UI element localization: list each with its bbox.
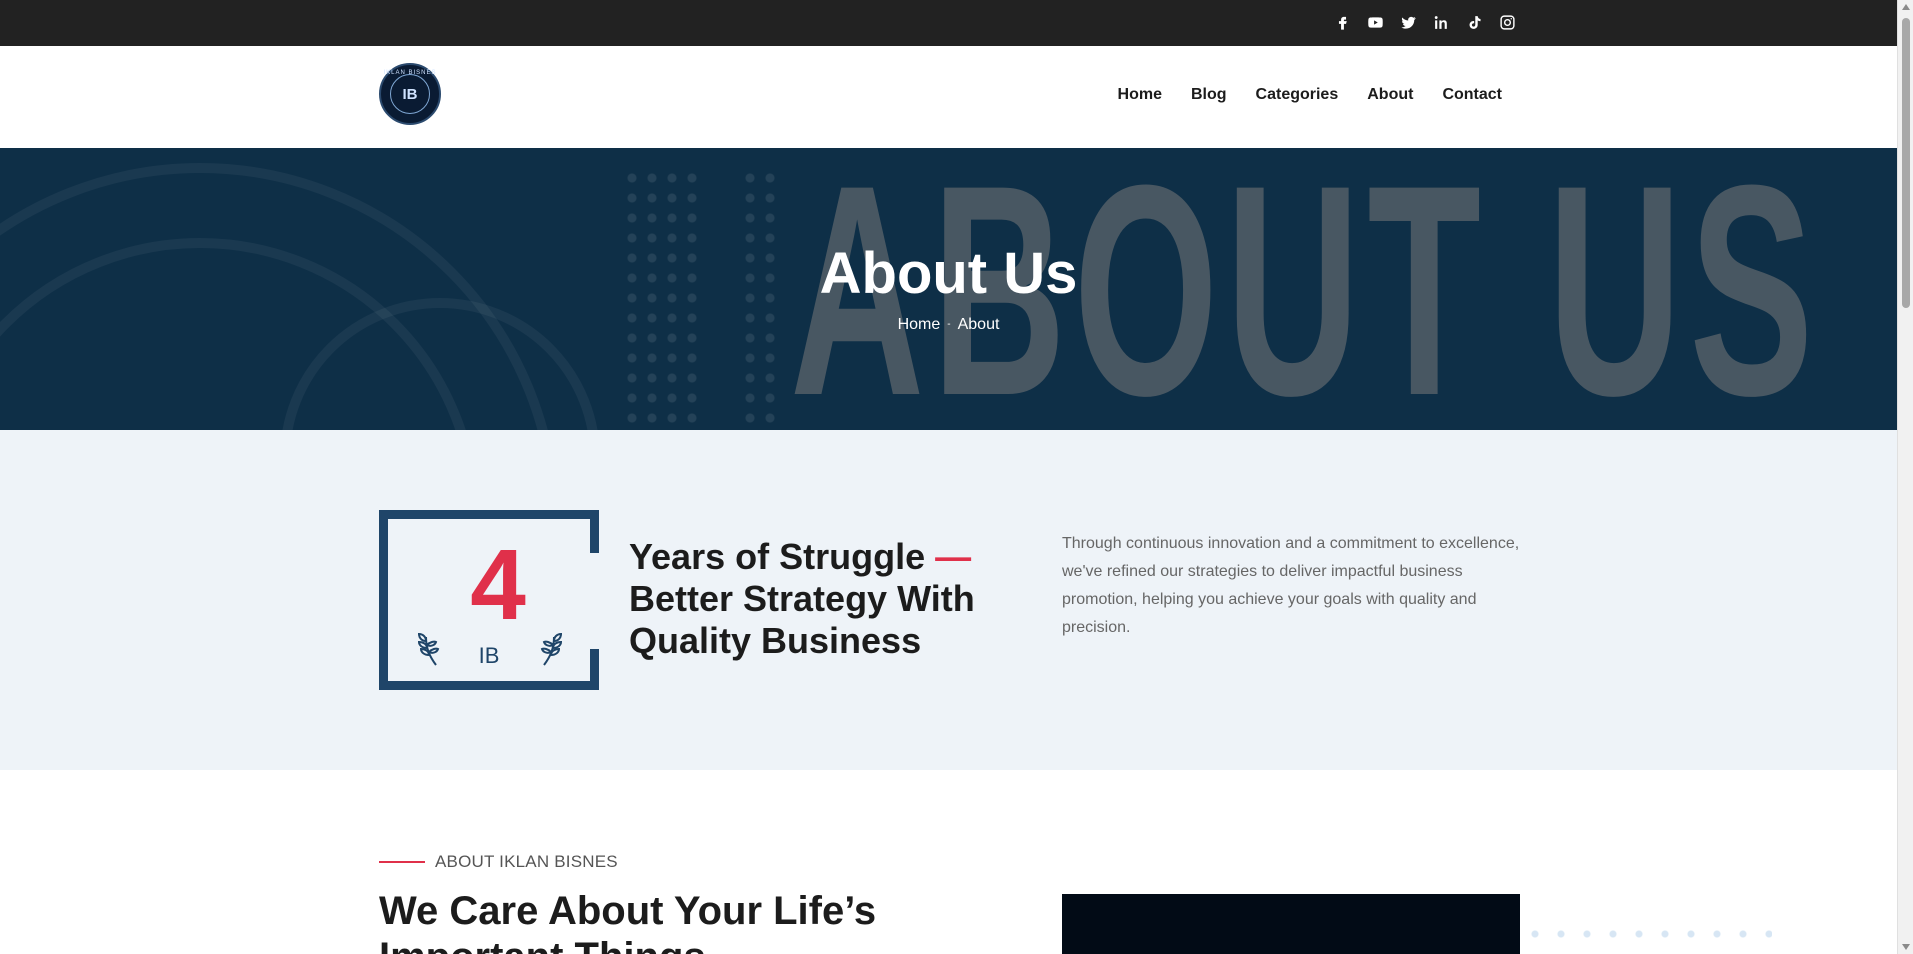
- nav-contact[interactable]: Contact: [1442, 86, 1502, 104]
- page-scrollbar[interactable]: [1897, 0, 1913, 954]
- breadcrumb-current: About: [957, 316, 1000, 333]
- top-bar: [0, 0, 1913, 46]
- about-section: ABOUT IKLAN BISNES We Care About Your Li…: [0, 770, 1897, 954]
- site-logo[interactable]: IKLAN BISNES IB: [379, 63, 441, 125]
- eyebrow-accent-line: [379, 861, 425, 863]
- social-links: [1332, 12, 1518, 33]
- experience-section: 4 IB Years of Struggle — Better Strategy…: [0, 430, 1897, 770]
- logo-ring-text: IKLAN BISNES: [383, 70, 437, 76]
- scroll-up-icon[interactable]: [1902, 4, 1910, 10]
- facebook-icon[interactable]: [1332, 12, 1353, 33]
- experience-heading-rest: Better Strategy With Quality Business: [629, 578, 975, 661]
- main-nav: Home Blog Categories About Contact: [1118, 86, 1502, 104]
- breadcrumb-home[interactable]: Home: [898, 316, 941, 333]
- section-eyebrow: ABOUT IKLAN BISNES: [379, 852, 618, 872]
- years-number: 4: [470, 529, 526, 641]
- experience-heading: Years of Struggle — Better Strategy With…: [629, 536, 1029, 662]
- twitter-icon[interactable]: [1398, 12, 1419, 33]
- nav-home[interactable]: Home: [1118, 86, 1162, 104]
- breadcrumb: Home - About: [0, 316, 1897, 334]
- nav-blog[interactable]: Blog: [1191, 86, 1227, 104]
- about-image: [1062, 894, 1520, 954]
- page-title: About Us: [819, 241, 1078, 306]
- about-heading: We Care About Your Life’s Important Thin…: [379, 889, 877, 954]
- nav-categories[interactable]: Categories: [1256, 86, 1339, 104]
- site-header: IKLAN BISNES IB Home Blog Categories Abo…: [0, 46, 1897, 148]
- youtube-icon[interactable]: [1365, 12, 1386, 33]
- badge-frame-gap: [590, 553, 602, 649]
- scrollbar-thumb[interactable]: [1902, 18, 1910, 308]
- linkedin-icon[interactable]: [1431, 12, 1452, 33]
- laurel-right-icon: [536, 631, 564, 667]
- scroll-down-icon[interactable]: [1902, 944, 1910, 950]
- about-decor-dots: [1522, 928, 1772, 940]
- experience-heading-line1: Years of Struggle: [629, 536, 926, 577]
- breadcrumb-separator: -: [947, 319, 951, 331]
- logo-mark: IB: [390, 74, 430, 114]
- years-badge: 4 IB: [379, 510, 599, 690]
- heading-accent-dash: —: [935, 536, 972, 577]
- experience-description: Through continuous innovation and a comm…: [1062, 535, 1520, 636]
- instagram-icon[interactable]: [1497, 12, 1518, 33]
- nav-about[interactable]: About: [1367, 86, 1413, 104]
- page-hero: ABOUT US About Us Home - About: [0, 148, 1897, 430]
- tiktok-icon[interactable]: [1464, 12, 1485, 33]
- eyebrow-text: ABOUT IKLAN BISNES: [435, 852, 618, 871]
